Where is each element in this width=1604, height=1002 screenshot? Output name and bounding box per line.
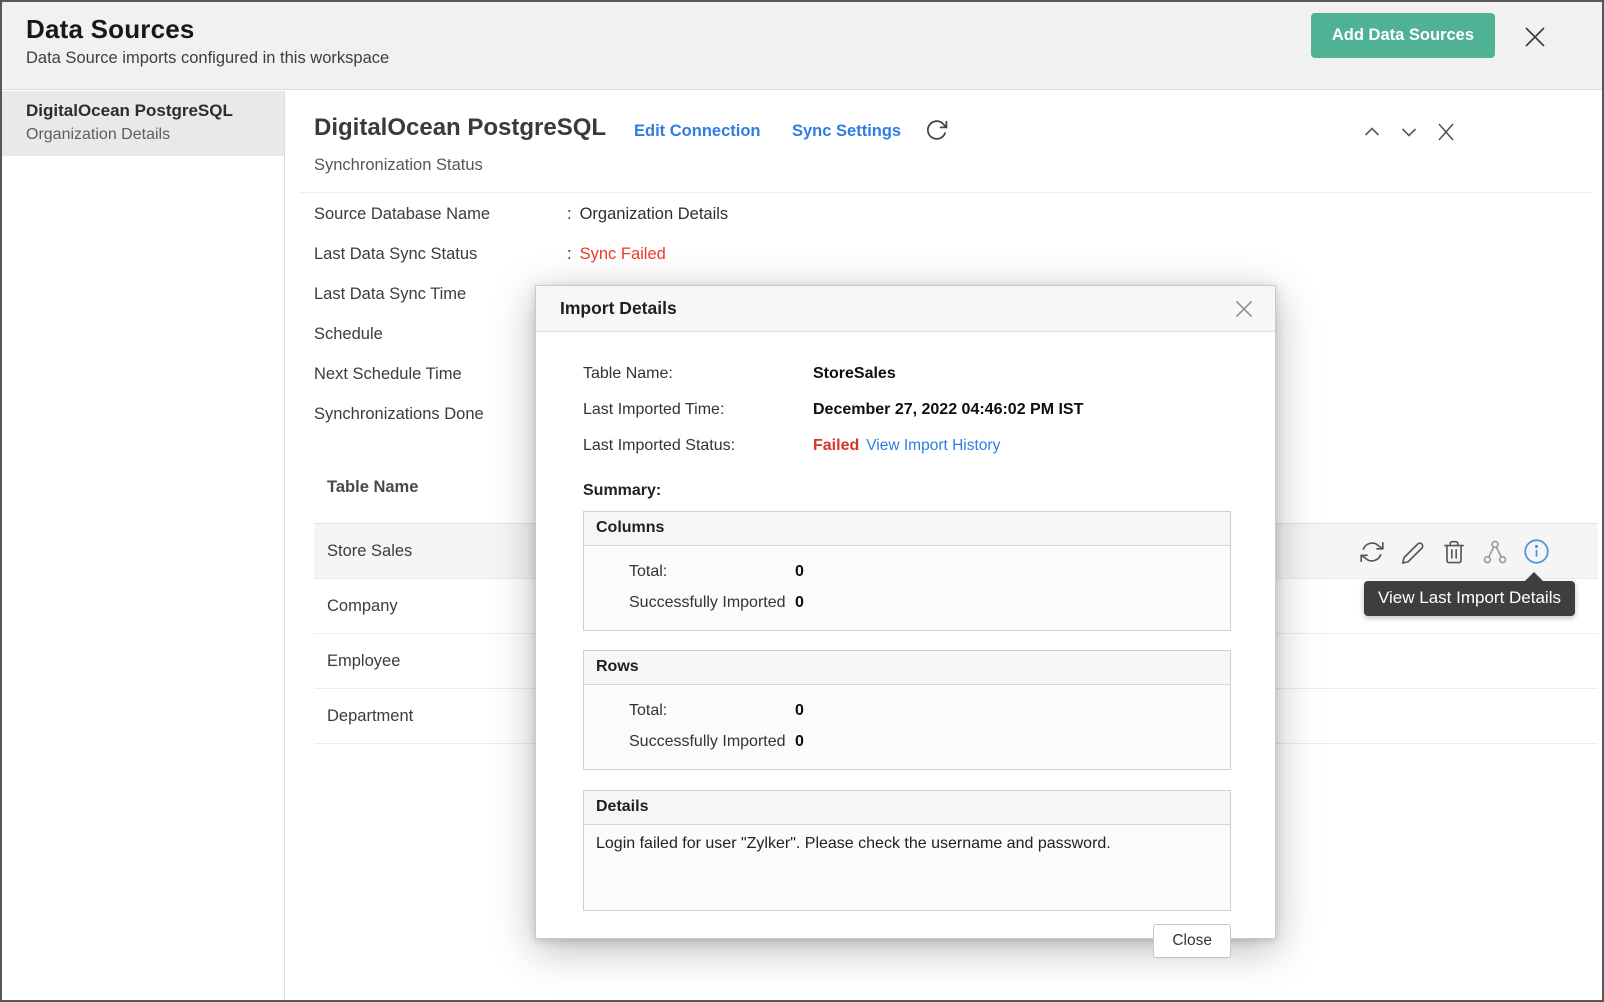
panel-close-icon[interactable] bbox=[1434, 120, 1458, 144]
tooltip-view-last-import-details: View Last Import Details bbox=[1364, 581, 1575, 616]
modal-field-last-imported-status: Last Imported Status: Failed View Import… bbox=[583, 428, 1231, 464]
delete-icon[interactable] bbox=[1441, 539, 1467, 565]
details-box-title: Details bbox=[584, 791, 1230, 825]
modal-field-last-imported-time: Last Imported Time: December 27, 2022 04… bbox=[583, 392, 1231, 428]
page-subtitle: Data Source imports configured in this w… bbox=[26, 49, 389, 68]
refresh-icon[interactable] bbox=[924, 118, 949, 143]
sync-status-section-title: Synchronization Status bbox=[314, 156, 483, 175]
details-error-text: Login failed for user "Zylker". Please c… bbox=[584, 825, 1230, 910]
relationships-icon[interactable] bbox=[1482, 539, 1508, 565]
rows-total-row: Total: 0 bbox=[629, 695, 1218, 726]
rows-box-title: Rows bbox=[584, 651, 1230, 685]
chevron-up-icon[interactable] bbox=[1360, 120, 1384, 144]
failed-status: Failed bbox=[813, 437, 859, 455]
sync-failed-status: Sync Failed bbox=[580, 245, 666, 264]
tooltip-caret bbox=[1524, 572, 1544, 582]
table-name-column-header: Table Name bbox=[327, 478, 418, 497]
field-source-database-name: Source Database Name : Organization Deta… bbox=[314, 194, 1214, 234]
edit-connection-link[interactable]: Edit Connection bbox=[634, 122, 761, 141]
view-import-history-link[interactable]: View Import History bbox=[866, 437, 1000, 455]
data-sources-window: Data Sources Data Source imports configu… bbox=[0, 0, 1604, 1002]
field-value: Organization Details bbox=[580, 205, 729, 224]
modal-footer: Close bbox=[583, 911, 1231, 958]
view-last-import-details-icon[interactable] bbox=[1523, 538, 1550, 565]
rows-summary-box: Rows Total: 0 Successfully Imported 0 bbox=[583, 650, 1231, 770]
edit-icon[interactable] bbox=[1400, 539, 1426, 565]
modal-title: Import Details bbox=[560, 298, 1231, 319]
modal-close-icon[interactable] bbox=[1231, 296, 1257, 322]
columns-summary-box: Columns Total: 0 Successfully Imported 0 bbox=[583, 511, 1231, 631]
sync-now-icon[interactable] bbox=[1359, 539, 1385, 565]
page-title: Data Sources bbox=[26, 14, 195, 45]
rows-imported-row: Successfully Imported 0 bbox=[629, 726, 1218, 757]
close-icon[interactable] bbox=[1520, 22, 1550, 52]
field-last-data-sync-status: Last Data Sync Status : Sync Failed bbox=[314, 234, 1214, 274]
columns-total-row: Total: 0 bbox=[629, 556, 1218, 587]
row-actions bbox=[1359, 524, 1550, 579]
add-data-sources-button[interactable]: Add Data Sources bbox=[1311, 13, 1495, 58]
section-divider bbox=[300, 192, 1592, 193]
chevron-down-icon[interactable] bbox=[1397, 120, 1421, 144]
modal-body: Table Name: StoreSales Last Imported Tim… bbox=[536, 332, 1275, 958]
panel-controls bbox=[1360, 120, 1458, 144]
summary-label: Summary: bbox=[583, 482, 1231, 500]
details-box: Details Login failed for user "Zylker". … bbox=[583, 790, 1231, 911]
modal-field-table-name: Table Name: StoreSales bbox=[583, 356, 1231, 392]
page-header: Data Sources Data Source imports configu… bbox=[2, 2, 1602, 90]
import-details-modal: Import Details Table Name: StoreSales La… bbox=[535, 285, 1276, 939]
columns-imported-row: Successfully Imported 0 bbox=[629, 587, 1218, 618]
sidebar-item-subtitle: Organization Details bbox=[26, 126, 260, 144]
sync-settings-link[interactable]: Sync Settings bbox=[792, 122, 901, 141]
datasource-sidebar: DigitalOcean PostgreSQL Organization Det… bbox=[2, 91, 285, 1000]
close-button[interactable]: Close bbox=[1153, 924, 1231, 958]
sidebar-item-digitalocean-postgresql[interactable]: DigitalOcean PostgreSQL Organization Det… bbox=[2, 91, 284, 156]
modal-header: Import Details bbox=[536, 286, 1275, 332]
connection-title: DigitalOcean PostgreSQL bbox=[314, 114, 606, 142]
columns-box-title: Columns bbox=[584, 512, 1230, 546]
sidebar-item-title: DigitalOcean PostgreSQL bbox=[26, 101, 260, 121]
